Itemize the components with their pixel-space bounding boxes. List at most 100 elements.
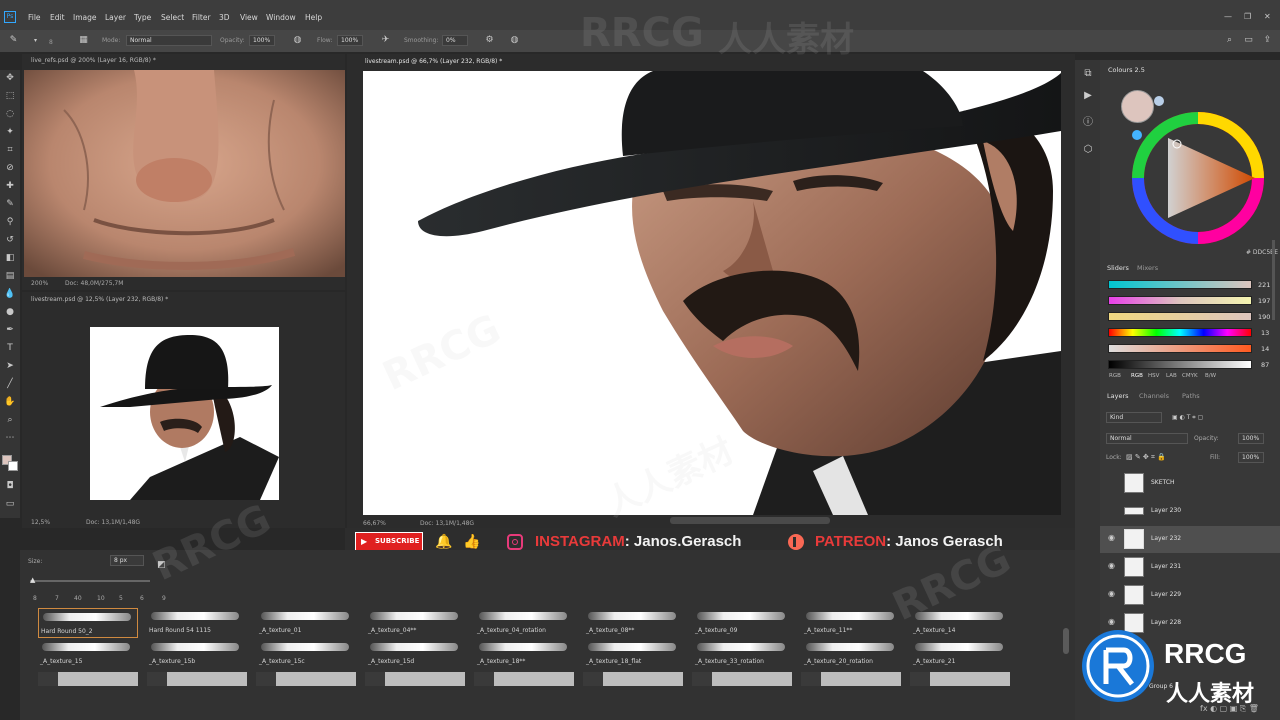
info-icon[interactable]: ⓘ — [1082, 117, 1094, 129]
mode-lab[interactable]: LAB — [1166, 373, 1177, 379]
opacity-field[interactable]: 100% — [249, 35, 275, 46]
path-select-icon[interactable]: ➤ — [4, 360, 16, 372]
brush-preset-2[interactable]: Hard Round 54 1115 — [147, 608, 247, 638]
visibility-eye-icon[interactable]: ◉ — [1108, 561, 1115, 570]
filter-kind-select[interactable]: Kind — [1106, 412, 1162, 423]
menu-type[interactable]: Type — [134, 13, 151, 22]
search-icon[interactable]: ⌕ — [1224, 35, 1235, 46]
gradient-icon[interactable]: ▤ — [4, 270, 16, 282]
magic-wand-icon[interactable]: ✦ — [4, 126, 16, 138]
tab-channels[interactable]: Channels — [1139, 392, 1169, 400]
line-tool-icon[interactable]: ╱ — [4, 378, 16, 390]
tab-layers[interactable]: Layers — [1107, 392, 1129, 400]
menu-file[interactable]: File — [28, 13, 41, 22]
screen-mode-icon[interactable]: ▭ — [4, 498, 16, 510]
menu-help[interactable]: Help — [305, 13, 322, 22]
crop-tool-icon[interactable]: ⌗ — [4, 144, 16, 156]
menu-select[interactable]: Select — [161, 13, 184, 22]
brush-preset-18[interactable]: _A_texture_21 — [911, 639, 1011, 669]
close-icon[interactable]: ✕ — [1264, 12, 1271, 21]
mode-hsv[interactable]: HSV — [1148, 373, 1159, 379]
slider-value[interactable] — [1108, 360, 1252, 369]
layer-opacity-field[interactable]: 100% — [1238, 433, 1264, 444]
zoom-tool-icon[interactable]: ⌕ — [4, 414, 16, 426]
colours-scrollbar[interactable] — [1272, 240, 1275, 320]
preset-size-7[interactable]: 9 — [162, 595, 166, 602]
type-tool-icon[interactable]: T — [4, 342, 16, 354]
menu-filter[interactable]: Filter — [192, 13, 211, 22]
brush-preset-8[interactable]: _A_texture_11** — [802, 608, 902, 638]
tab-livestream-main[interactable]: livestream.psd @ 66,7% (Layer 232, RGB/8… — [365, 55, 502, 69]
bell-icon[interactable]: 🔔 — [435, 534, 452, 550]
brush-preset-16[interactable]: _A_texture_33_rotation — [693, 639, 793, 669]
preset-size-2[interactable]: 7 — [55, 595, 59, 602]
subscribe-button[interactable]: SUBSCRIBE — [355, 532, 423, 551]
visibility-eye-icon[interactable]: ◉ — [1108, 533, 1115, 542]
horizontal-scrollbar[interactable] — [670, 517, 830, 524]
colour-wheel[interactable] — [1120, 100, 1265, 245]
blur-tool-icon[interactable]: 💧 — [4, 288, 16, 300]
mode-rgb-label[interactable]: RGB — [1109, 373, 1121, 379]
layer-row[interactable]: Layer 230 — [1100, 498, 1280, 525]
brush-options-icon[interactable]: ◩ — [156, 560, 167, 571]
lasso-tool-icon[interactable]: ◌ — [4, 108, 16, 120]
visibility-eye-icon[interactable]: ◉ — [1108, 617, 1115, 626]
menu-image[interactable]: Image — [73, 13, 97, 22]
preset-size-6[interactable]: 6 — [140, 595, 144, 602]
layer-row[interactable]: SKETCH — [1100, 470, 1280, 497]
tab-paths[interactable]: Paths — [1182, 392, 1200, 400]
slider-red[interactable] — [1108, 280, 1252, 289]
slider-green[interactable] — [1108, 296, 1252, 305]
menu-edit[interactable]: Edit — [50, 13, 65, 22]
brush-preset-5[interactable]: _A_texture_04_rotation — [475, 608, 575, 638]
dodge-tool-icon[interactable]: ● — [4, 306, 16, 318]
brush-size-field[interactable]: 8 px — [110, 555, 144, 566]
gear-icon[interactable]: ⚙ — [484, 35, 495, 46]
play-icon[interactable]: ▶ — [1082, 90, 1094, 102]
flow-field[interactable]: 100% — [337, 35, 363, 46]
preset-size-4[interactable]: 10 — [97, 595, 105, 602]
visibility-eye-icon[interactable]: ◉ — [1108, 589, 1115, 598]
brush-preset-14[interactable]: _A_texture_18** — [475, 639, 575, 669]
mode-rgb[interactable]: RGB — [1131, 373, 1143, 379]
pressure-opacity-icon[interactable]: ◍ — [292, 35, 303, 46]
tab-mixers[interactable]: Mixers — [1137, 264, 1158, 272]
brush-preset-4[interactable]: _A_texture_04** — [366, 608, 466, 638]
eyedropper-icon[interactable]: ⊘ — [4, 162, 16, 174]
preset-size-5[interactable]: 5 — [119, 595, 123, 602]
thumbs-up-icon[interactable]: 👍 — [463, 534, 480, 550]
menu-layer[interactable]: Layer — [105, 13, 126, 22]
menu-view[interactable]: View — [240, 13, 258, 22]
preset-size-3[interactable]: 40 — [74, 595, 82, 602]
mode-select[interactable]: Normal — [126, 35, 212, 46]
history-brush-icon[interactable]: ↺ — [4, 234, 16, 246]
brush-preset-10[interactable]: _A_texture_15 — [38, 639, 138, 669]
airbrush-icon[interactable]: ✈ — [380, 35, 391, 46]
layer-row[interactable]: ◉ Layer 229 — [1100, 582, 1280, 609]
tab-live-refs[interactable]: live_refs.psd @ 200% (Layer 16, RGB/8) * — [31, 54, 156, 68]
instagram-icon[interactable] — [507, 534, 523, 550]
3d-cube-icon[interactable]: ⬡ — [1082, 144, 1094, 156]
brush-preset-12[interactable]: _A_texture_15c — [257, 639, 357, 669]
menu-window[interactable]: Window — [266, 13, 296, 22]
layer-row[interactable]: ◉ Layer 231 — [1100, 554, 1280, 581]
brush-preset-3[interactable]: _A_texture_01 — [257, 608, 357, 638]
tab-livestream-small[interactable]: livestream.psd @ 12,5% (Layer 232, RGB/8… — [31, 293, 168, 307]
clone-stamp-icon[interactable]: ⚲ — [4, 216, 16, 228]
quick-mask-icon[interactable]: ◘ — [4, 480, 16, 492]
preset-size-1[interactable]: 8 — [33, 595, 37, 602]
menu-3d[interactable]: 3D — [219, 13, 230, 22]
eraser-icon[interactable]: ◧ — [4, 252, 16, 264]
brush-preset-1[interactable]: Hard Round 50_2 — [38, 608, 138, 638]
hand-tool-icon[interactable]: ✋ — [4, 396, 16, 408]
slider-blue[interactable] — [1108, 312, 1252, 321]
history-icon[interactable]: ⧉ — [1082, 68, 1094, 80]
brush-preset-11[interactable]: _A_texture_15b — [147, 639, 247, 669]
workspace-icon[interactable]: ▭ — [1243, 35, 1254, 46]
brush-panel-toggle-icon[interactable]: ▦ — [78, 35, 89, 46]
layer-row-selected[interactable]: ◉ Layer 232 — [1100, 526, 1280, 553]
fill-field[interactable]: 100% — [1238, 452, 1264, 463]
share-icon[interactable]: ⇪ — [1262, 35, 1273, 46]
blend-mode-select[interactable]: Normal — [1106, 433, 1188, 444]
brush-size-slider-handle[interactable]: ▲ — [30, 576, 35, 584]
